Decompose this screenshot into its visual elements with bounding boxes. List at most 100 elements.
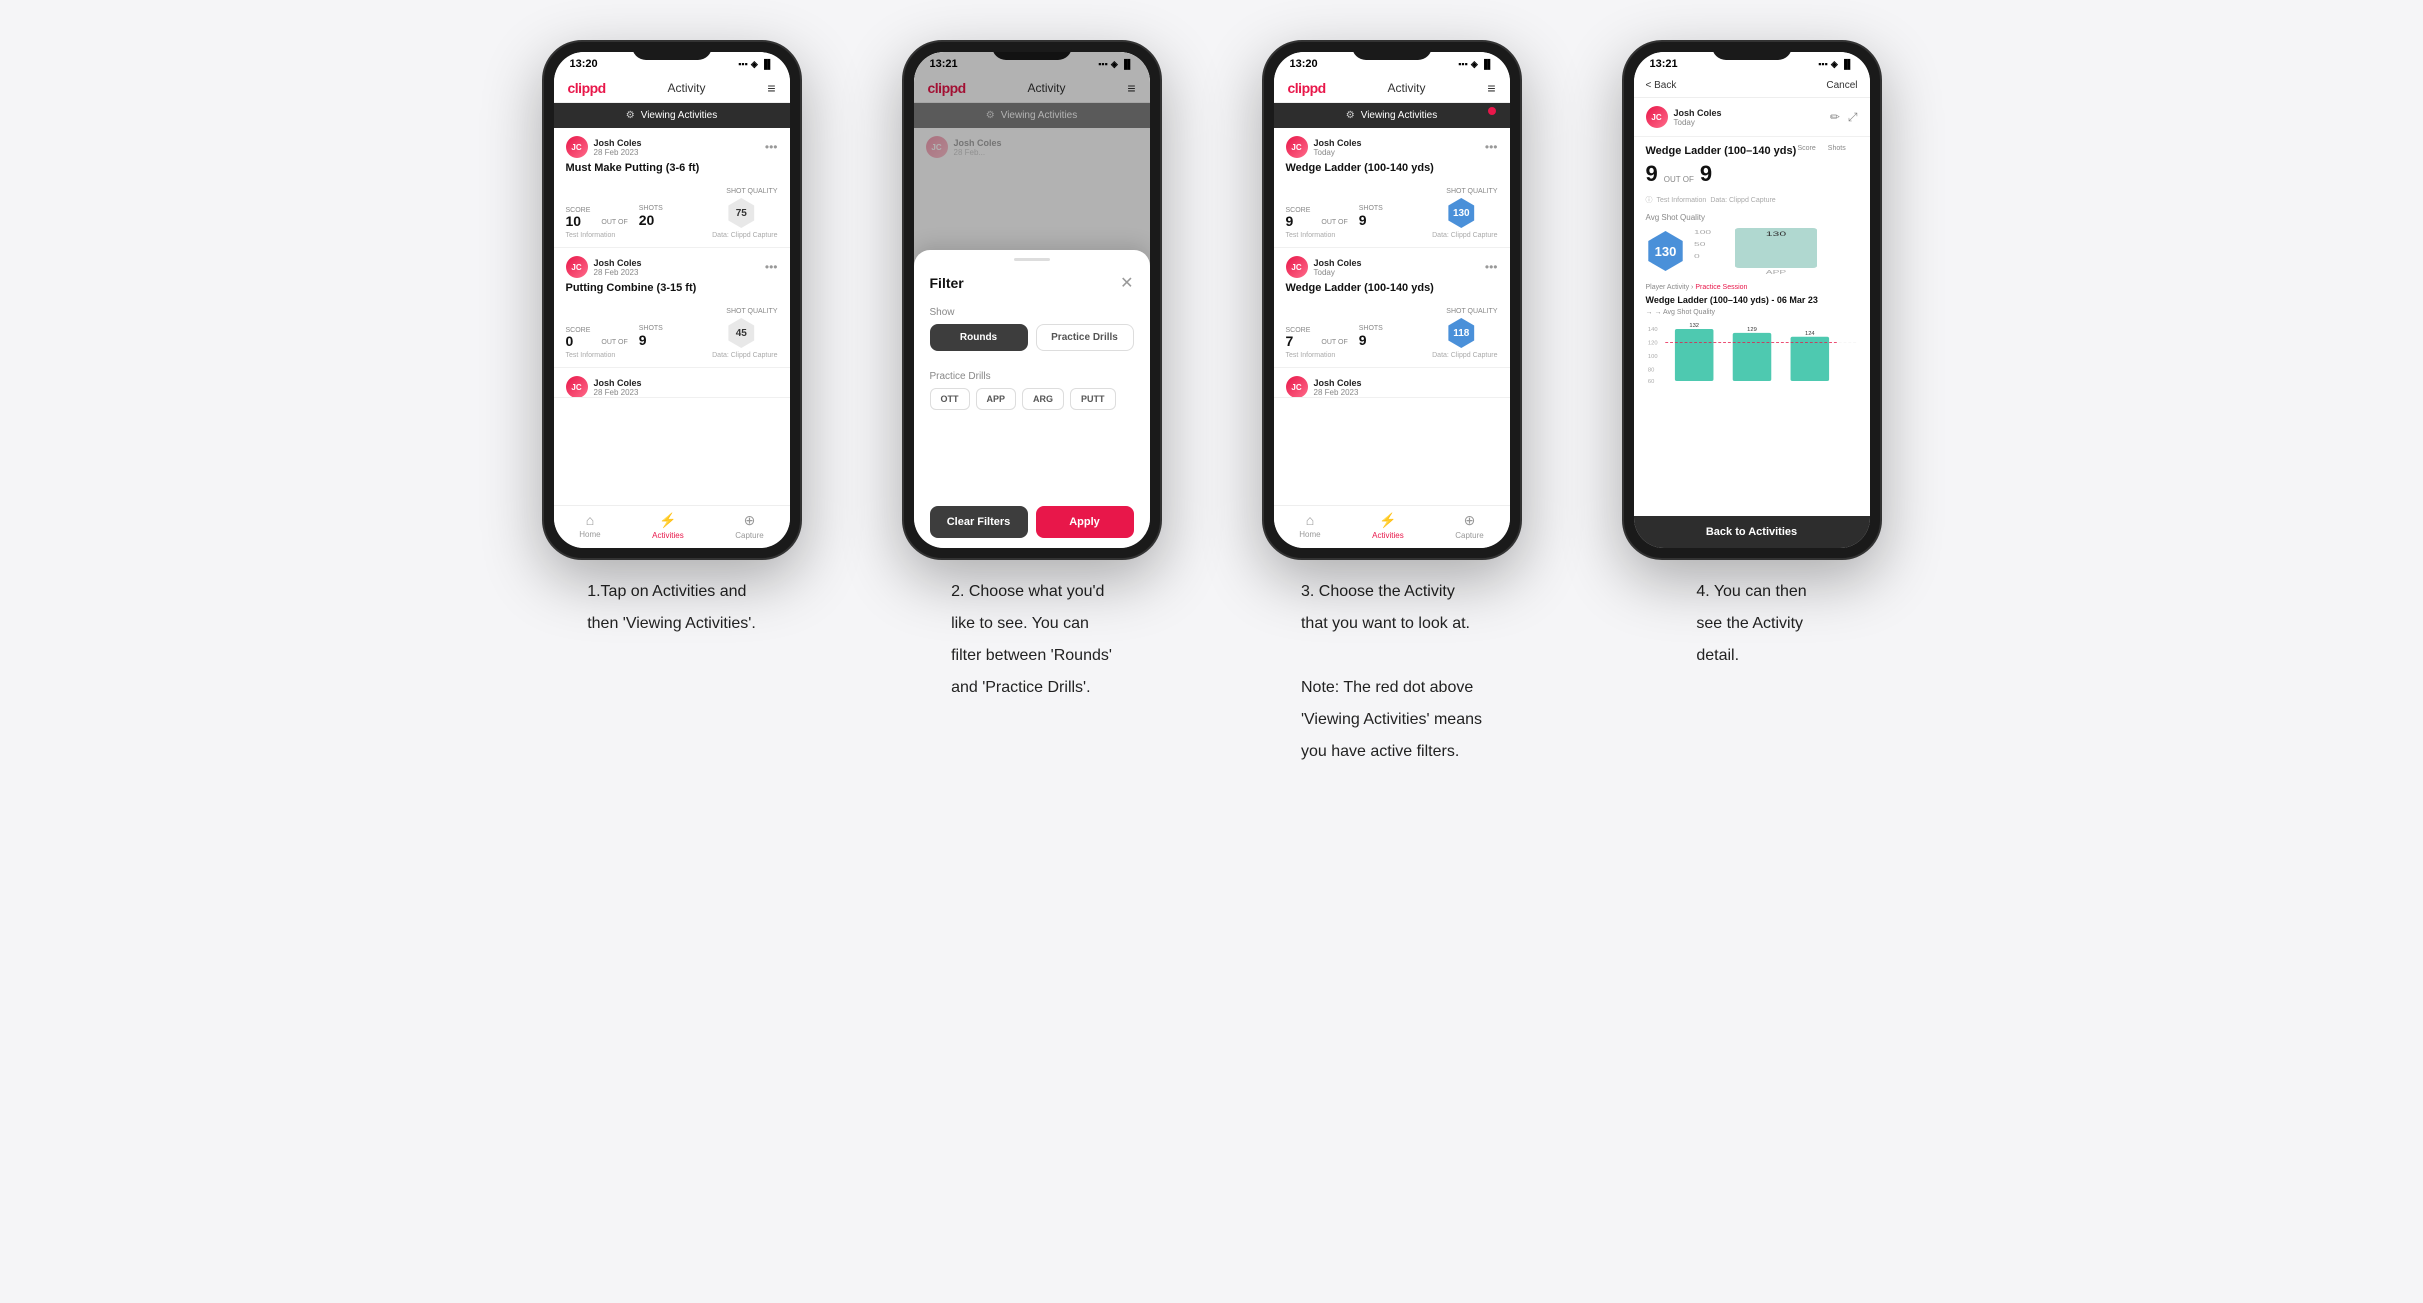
info-row-3-2: Test Information Data: Clippd Capture	[1286, 352, 1498, 359]
modal-close-btn[interactable]: ✕	[1120, 273, 1133, 293]
status-icons-4: ▪▪▪ ◈ ▐▌	[1818, 59, 1853, 70]
mini-bar-chart-4: 100 50 0 130 APP	[1694, 226, 1858, 276]
user-info-1-3: JC Josh Coles 28 Feb 2023	[566, 376, 642, 398]
user-info-3-2: JC Josh Coles Today	[1286, 256, 1362, 278]
shots-label-1-1: Shots	[639, 205, 663, 212]
avatar-1-3: JC	[566, 376, 588, 398]
info-left-3-2: Test Information	[1286, 352, 1336, 359]
sq-badge-1-1: 75	[726, 198, 756, 228]
user-name-3-1: Josh Coles	[1314, 138, 1362, 148]
viewing-bar-text-1: Viewing Activities	[641, 110, 718, 121]
avg-quality-row-4: 130 100 50 0	[1646, 226, 1858, 276]
shots-val-1-1: 20	[639, 212, 663, 228]
nav-home-1[interactable]: ⌂ Home	[579, 512, 600, 540]
user-name-3-3: Josh Coles	[1314, 378, 1362, 388]
practice-session-label-4: Player Activity › Practice Session	[1646, 284, 1858, 291]
nav-home-label-3: Home	[1299, 530, 1320, 539]
modal-show-label: Show	[930, 307, 1134, 318]
drill-putt[interactable]: PUTT	[1070, 388, 1116, 410]
practice-session-link-4[interactable]: Practice Session	[1695, 284, 1747, 291]
status-icons-3: ▪▪▪ ◈ ▐▌	[1458, 59, 1493, 70]
viewing-bar-1[interactable]: ⚙ Viewing Activities	[554, 103, 790, 128]
avatar-3-3: JC	[1286, 376, 1308, 398]
edit-icon-4[interactable]: ✏	[1830, 110, 1840, 125]
score-val-3-1: 9	[1286, 214, 1311, 228]
phone-2-inner: 13:21 ▪▪▪ ◈ ▐▌ clippd Activity ≡ ⚙ Vie	[914, 52, 1150, 548]
practice-drills-toggle-btn[interactable]: Practice Drills	[1036, 324, 1134, 351]
info-row-1-1: Test Information Data: Clippd Capture	[566, 232, 778, 239]
drill-app[interactable]: APP	[976, 388, 1017, 410]
wifi-icon-4: ◈	[1831, 59, 1838, 70]
clear-filters-btn[interactable]: Clear Filters	[930, 506, 1028, 538]
score-val-1-2: 0	[566, 334, 591, 348]
bottom-nav-1: ⌂ Home ⚡ Activities ⊕ Capture	[554, 505, 790, 548]
back-btn-4[interactable]: < Back	[1646, 80, 1677, 91]
nav-capture-label-3: Capture	[1455, 531, 1483, 540]
nav-home-3[interactable]: ⌂ Home	[1299, 512, 1320, 540]
info-left-1-1: Test Information	[566, 232, 616, 239]
drill-ott[interactable]: OTT	[930, 388, 970, 410]
nav-activities-3[interactable]: ⚡ Activities	[1372, 512, 1404, 540]
modal-header: Filter ✕	[914, 265, 1150, 301]
user-name-1-2: Josh Coles	[594, 258, 642, 268]
activity-card-1-2[interactable]: JC Josh Coles 28 Feb 2023 ••• Putting Co…	[554, 248, 790, 368]
detail-action-icons-4: ✏ ⤢	[1830, 110, 1858, 125]
apply-btn[interactable]: Apply	[1036, 506, 1134, 538]
status-icons-1: ▪▪▪ ◈ ▐▌	[738, 59, 773, 70]
hamburger-icon-1[interactable]: ≡	[767, 80, 775, 96]
activity-card-3-3: JC Josh Coles 28 Feb 2023	[1274, 368, 1510, 398]
battery-icon-3: ▐▌	[1481, 59, 1494, 69]
wifi-icon-3: ◈	[1471, 59, 1478, 70]
more-dots-1-1[interactable]: •••	[765, 140, 778, 154]
desc-3-line-3	[1301, 644, 1482, 668]
user-date-1-2: 28 Feb 2023	[594, 268, 642, 277]
svg-text:100: 100	[1647, 354, 1657, 360]
back-to-activities-btn-4[interactable]: Back to Activities	[1634, 516, 1870, 548]
modal-handle	[1014, 258, 1050, 261]
expand-icon-4[interactable]: ⤢	[1848, 110, 1858, 125]
phone-1: 13:20 ▪▪▪ ◈ ▐▌ clippd Activity ≡ ⚙ Vie	[542, 40, 802, 560]
more-dots-1-2[interactable]: •••	[765, 260, 778, 274]
section-subtitle-4: → → Avg Shot Quality	[1646, 309, 1858, 316]
rounds-toggle-btn[interactable]: Rounds	[930, 324, 1028, 351]
sq-label-1-2: Shot Quality	[726, 308, 777, 315]
more-dots-3-1[interactable]: •••	[1485, 140, 1498, 154]
activity-card-3-2[interactable]: JC Josh Coles Today ••• Wedge Ladder (10…	[1274, 248, 1510, 368]
info-right-1-2: Data: Clippd Capture	[712, 352, 777, 359]
hamburger-icon-3[interactable]: ≡	[1487, 80, 1495, 96]
big-score-4: 9	[1646, 161, 1658, 187]
desc-3-line-5: 'Viewing Activities' means	[1301, 708, 1482, 732]
svg-text:80: 80	[1647, 367, 1653, 373]
svg-text:100: 100	[1694, 230, 1712, 236]
detail-user-info-4: JC Josh Coles Today	[1646, 106, 1722, 128]
outof-text-4: OUT OF	[1664, 175, 1694, 184]
nav-capture-1[interactable]: ⊕ Capture	[735, 512, 763, 540]
activity-card-3-1[interactable]: JC Josh Coles Today ••• Wedge Ladder (10…	[1274, 128, 1510, 248]
detail-user-name-4: Josh Coles	[1674, 108, 1722, 118]
detail-user-row-4: JC Josh Coles Today ✏ ⤢	[1634, 98, 1870, 137]
app-header-3: clippd Activity ≡	[1274, 74, 1510, 103]
drill-arg[interactable]: ARG	[1022, 388, 1064, 410]
activity-name-1-2: Putting Combine (3-15 ft)	[566, 282, 778, 294]
nav-capture-3[interactable]: ⊕ Capture	[1455, 512, 1483, 540]
step-2-column: 13:21 ▪▪▪ ◈ ▐▌ clippd Activity ≡ ⚙ Vie	[872, 40, 1192, 772]
desc-2-line-3: filter between 'Rounds'	[951, 644, 1112, 668]
user-date-1-1: 28 Feb 2023	[594, 148, 642, 157]
user-name-3-2: Josh Coles	[1314, 258, 1362, 268]
filter-icon-3: ⚙	[1346, 110, 1355, 121]
desc-1-line-2: then 'Viewing Activities'.	[587, 612, 756, 636]
section-title-4: Wedge Ladder (100–140 yds) - 06 Mar 23	[1646, 295, 1858, 305]
stats-row-3-1: Score 9 OUT OF Shots 9 Shot Quality 130	[1286, 180, 1498, 228]
nav-activities-1[interactable]: ⚡ Activities	[652, 512, 684, 540]
more-dots-3-2[interactable]: •••	[1485, 260, 1498, 274]
notch-1	[632, 42, 712, 60]
activities-icon-3: ⚡	[1379, 512, 1396, 529]
cancel-btn-4[interactable]: Cancel	[1826, 80, 1857, 91]
activity-card-1-1[interactable]: JC Josh Coles 28 Feb 2023 ••• Must Make …	[554, 128, 790, 248]
avatar-1-1: JC	[566, 136, 588, 158]
user-info-3-3: JC Josh Coles 28 Feb 2023	[1286, 376, 1362, 398]
stats-row-1-2: Score 0 OUT OF Shots 9 Shot Quality 45	[566, 300, 778, 348]
viewing-bar-3[interactable]: ⚙ Viewing Activities	[1274, 103, 1510, 128]
home-icon-1: ⌂	[586, 512, 594, 528]
page-container: 13:20 ▪▪▪ ◈ ▐▌ clippd Activity ≡ ⚙ Vie	[512, 40, 1912, 772]
